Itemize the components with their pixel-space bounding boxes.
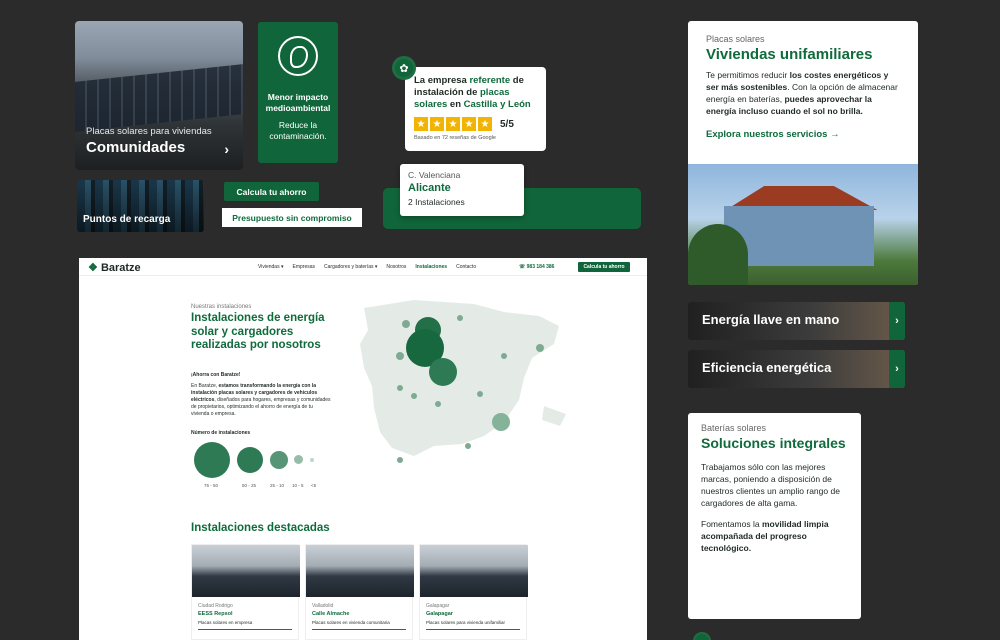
installation-card[interactable]: Galapagar Galapagar Placas solares para … [419, 544, 528, 640]
card-viviendas: Placas solares Viviendas unifamiliares T… [688, 21, 918, 285]
bar-label: Eficiencia energética [702, 360, 832, 375]
nav-item-nosotros[interactable]: Nosotros [386, 264, 406, 270]
card-rating: La empresa referente de instalación de p… [405, 67, 546, 151]
rating-text: La empresa referente de instalación de p… [414, 75, 531, 110]
section-description: En Baratze, estamos transformando la ene… [191, 383, 331, 417]
legend-label: <5 [311, 483, 317, 488]
card-impacto: Menor impacto medioambiental Reduce la c… [258, 22, 338, 163]
nav-items: Viviendas ▾ Empresas Cargadores y baterí… [258, 264, 476, 270]
rating-stars: ★ ★ ★ ★ ★ 5/5 [414, 117, 537, 131]
installation-card[interactable]: Ciudad Rodrigo EESS Repsol Placas solare… [191, 544, 300, 640]
nav-item-viviendas[interactable]: Viviendas ▾ [258, 264, 284, 270]
legend-label: 10 - 5 [292, 483, 304, 488]
city-label: Alicante [408, 182, 451, 194]
card-comunidades[interactable]: Placas solares para viviendas Comunidade… [75, 21, 243, 170]
installation-city: Valladolid [312, 603, 334, 609]
site-logo[interactable]: ❖ Baratze [88, 261, 141, 274]
card-eyebrow: Placas solares [706, 34, 765, 44]
card-eyebrow: Baterías solares [701, 423, 767, 433]
impacto-text: Reduce la contaminación. [269, 120, 327, 141]
installation-type: Placas solares para vivienda unifamiliar [426, 620, 506, 625]
bar-label: Energía llave en mano [702, 312, 840, 327]
star-icon: ★ [462, 117, 476, 131]
legend-label: 50 - 25 [242, 483, 257, 488]
legend-circle [237, 447, 263, 473]
card-text-2: Fomentamos la movilidad limpia acompañad… [701, 519, 829, 553]
card-alicante[interactable]: C. Valenciana Alicante 2 Instalaciones [400, 164, 524, 216]
card-title: Puntos de recarga [83, 214, 171, 225]
nav-item-empresas[interactable]: Empresas [293, 264, 316, 270]
calcula-ahorro-button[interactable]: Calcula tu ahorro [224, 182, 319, 201]
region-label: C. Valenciana [408, 170, 461, 180]
explore-services-link[interactable]: Explora nuestros servicios → [706, 129, 900, 140]
site-nav: ❖ Baratze Viviendas ▾ Empresas Cargadore… [79, 258, 647, 276]
chevron-right-icon: › [224, 141, 229, 157]
installation-photo [420, 545, 528, 597]
star-icon: ★ [414, 117, 428, 131]
house-photo [688, 164, 918, 285]
installation-photo [192, 545, 300, 597]
card-text: Trabajamos sólo con las mejores marcas, … [701, 462, 840, 508]
section-eyebrow: Nuestras instalaciones [191, 304, 252, 310]
installation-type: Placas solares en empresa [198, 620, 253, 625]
badge-icon: ✿ [392, 56, 416, 80]
card-title: Comunidades [86, 139, 186, 156]
installation-city: Galapagar [426, 603, 450, 609]
globe-icon [278, 36, 318, 76]
installation-photo [306, 545, 414, 597]
phone-number[interactable]: ☏ 983 184 386 [519, 264, 554, 270]
card-title: Soluciones integrales [701, 435, 846, 451]
legend-circle [294, 455, 303, 464]
nav-calcula-button[interactable]: Calcula tu ahorro [578, 262, 630, 272]
card-subtitle: Placas solares para viviendas [86, 126, 212, 137]
installation-name: EESS Repsol [198, 611, 233, 617]
spain-map [360, 300, 566, 463]
legend-circle [310, 458, 314, 462]
ahorro-label: ¡Ahorra con Baratze! [191, 372, 241, 378]
nav-item-cargadores[interactable]: Cargadores y baterías ▾ [324, 264, 377, 270]
star-icon: ★ [478, 117, 492, 131]
bar-eficiencia[interactable]: Eficiencia energética › [688, 350, 905, 388]
card-baterias: Baterías solares Soluciones integrales T… [688, 413, 861, 619]
legend-circle [194, 442, 230, 478]
installation-city: Ciudad Rodrigo [198, 603, 233, 609]
rating-score: 5/5 [500, 118, 514, 130]
card-recarga[interactable]: Puntos de recarga [77, 180, 204, 232]
solar-panels-image [75, 64, 243, 132]
card-text: Te permitimos reducir los costes energét… [706, 70, 898, 116]
chevron-right-icon: › [889, 350, 905, 388]
rating-based: Basado en 72 reseñas de Google [414, 135, 496, 141]
legend-label: 25 - 10 [270, 483, 285, 488]
legend-label: 75 - 50 [204, 483, 219, 488]
legend-circle [270, 451, 288, 469]
star-icon: ★ [430, 117, 444, 131]
installation-name: Galapagar [426, 611, 453, 617]
presupuesto-button[interactable]: Presupuesto sin compromiso [222, 208, 362, 227]
impacto-title: Menor impacto medioambiental [265, 92, 331, 113]
destacadas-title: Instalaciones destacadas [191, 522, 330, 534]
bar-energia-llave[interactable]: Energía llave en mano › [688, 302, 905, 340]
installation-type: Placas solares en vivienda comunitaria [312, 620, 390, 625]
installation-name: Calle Almache [312, 611, 350, 617]
card-title: Viviendas unifamiliares [706, 46, 873, 63]
chevron-right-icon: › [889, 302, 905, 340]
section-title: Instalaciones de energía solar y cargado… [191, 312, 325, 351]
legend-title: Número de instalaciones [191, 430, 251, 436]
nav-item-contacto[interactable]: Contacto [456, 264, 476, 270]
star-icon: ★ [446, 117, 460, 131]
nav-item-instalaciones[interactable]: Instalaciones [415, 264, 447, 270]
website-screenshot: ❖ Baratze Viviendas ▾ Empresas Cargadore… [79, 258, 647, 640]
installation-card[interactable]: Valladolid Calle Almache Placas solares … [305, 544, 414, 640]
badge-icon [693, 632, 711, 640]
installations-count: 2 Instalaciones [408, 197, 465, 207]
